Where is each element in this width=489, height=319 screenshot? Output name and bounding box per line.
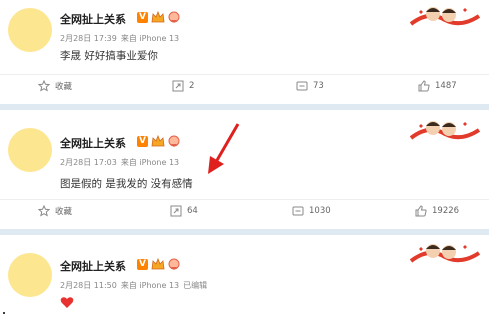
red-heart-emoji	[60, 297, 74, 308]
vip-crown-icon	[151, 11, 165, 23]
star-icon	[38, 205, 50, 217]
verified-v-icon: V	[137, 12, 148, 23]
fan-badge-icon	[168, 135, 180, 147]
repost-button[interactable]: 2	[172, 80, 194, 92]
post-date[interactable]: 2月28日 17:03	[60, 158, 117, 167]
like-count: 1487	[435, 81, 457, 91]
star-icon	[38, 80, 50, 92]
avatar[interactable]	[8, 128, 52, 172]
post-3: 全网扯上关系 V 2月28日 11:50 来自 iPhone 13 已编辑	[0, 235, 489, 319]
comment-icon	[292, 206, 304, 216]
verified-v-icon: V	[137, 259, 148, 270]
comment-button[interactable]: 1030	[292, 205, 331, 217]
fan-badge-icon	[168, 258, 180, 270]
post-source: 来自 iPhone 13	[120, 158, 180, 167]
thumb-up-icon	[418, 80, 430, 92]
post-source: 来自 iPhone 13	[120, 281, 180, 290]
post-date[interactable]: 2月28日 11:50	[60, 281, 117, 290]
comment-button[interactable]: 73	[296, 80, 324, 92]
repost-count: 64	[187, 206, 198, 216]
fan-badge-icon	[168, 11, 180, 23]
author-name[interactable]: 全网扯上关系	[60, 135, 126, 151]
repost-icon	[170, 205, 182, 217]
post-content: 李晟 好好搞事业爱你	[60, 50, 158, 62]
stray-dot	[3, 312, 5, 314]
repost-count: 2	[189, 81, 195, 91]
like-button[interactable]: 1487	[418, 80, 457, 92]
post-content: 图是假的 是我发的 没有感情	[60, 178, 193, 190]
favorite-label: 收藏	[55, 207, 73, 217]
comment-count: 73	[313, 81, 324, 91]
post-2: 全网扯上关系 V 2月28日 17:03 来自 iPhone 13 图是假的 是我…	[0, 110, 489, 225]
post-date[interactable]: 2月28日 17:39	[60, 34, 117, 43]
repost-button[interactable]: 64	[170, 205, 198, 217]
comment-count: 1030	[309, 206, 331, 216]
repost-icon	[172, 80, 184, 92]
favorite-button[interactable]: 收藏	[38, 205, 72, 217]
author-name[interactable]: 全网扯上关系	[60, 258, 126, 274]
like-button[interactable]: 19226	[415, 205, 459, 217]
verified-v-icon: V	[137, 136, 148, 147]
action-bar: 收藏 64 1030 19226	[0, 199, 489, 224]
post-meta: 2月28日 17:03 来自 iPhone 13	[60, 157, 183, 168]
cartoon-couple-decoration	[409, 121, 481, 140]
edited-label[interactable]: 已编辑	[183, 281, 207, 290]
vip-crown-icon	[151, 258, 165, 270]
favorite-label: 收藏	[55, 82, 73, 92]
action-bar: 收藏 2 73 1487	[0, 74, 489, 99]
post-meta: 2月28日 17:39 来自 iPhone 13	[60, 33, 183, 44]
avatar[interactable]	[8, 253, 52, 297]
cartoon-couple-decoration	[409, 7, 481, 26]
author-name[interactable]: 全网扯上关系	[60, 11, 126, 27]
vip-crown-icon	[151, 135, 165, 147]
comment-icon	[296, 81, 308, 91]
post-meta: 2月28日 11:50 来自 iPhone 13 已编辑	[60, 280, 211, 291]
post-source: 来自 iPhone 13	[120, 34, 180, 43]
red-arrow-annotation	[208, 123, 240, 174]
like-count: 19226	[432, 206, 460, 216]
post-1: 全网扯上关系 V 2月28日 17:39 来自 iPhone 13 李晟 好好搞事…	[0, 0, 489, 100]
thumb-up-icon	[415, 205, 427, 217]
avatar[interactable]	[8, 8, 52, 52]
favorite-button[interactable]: 收藏	[38, 80, 72, 92]
cartoon-couple-decoration	[409, 244, 481, 263]
